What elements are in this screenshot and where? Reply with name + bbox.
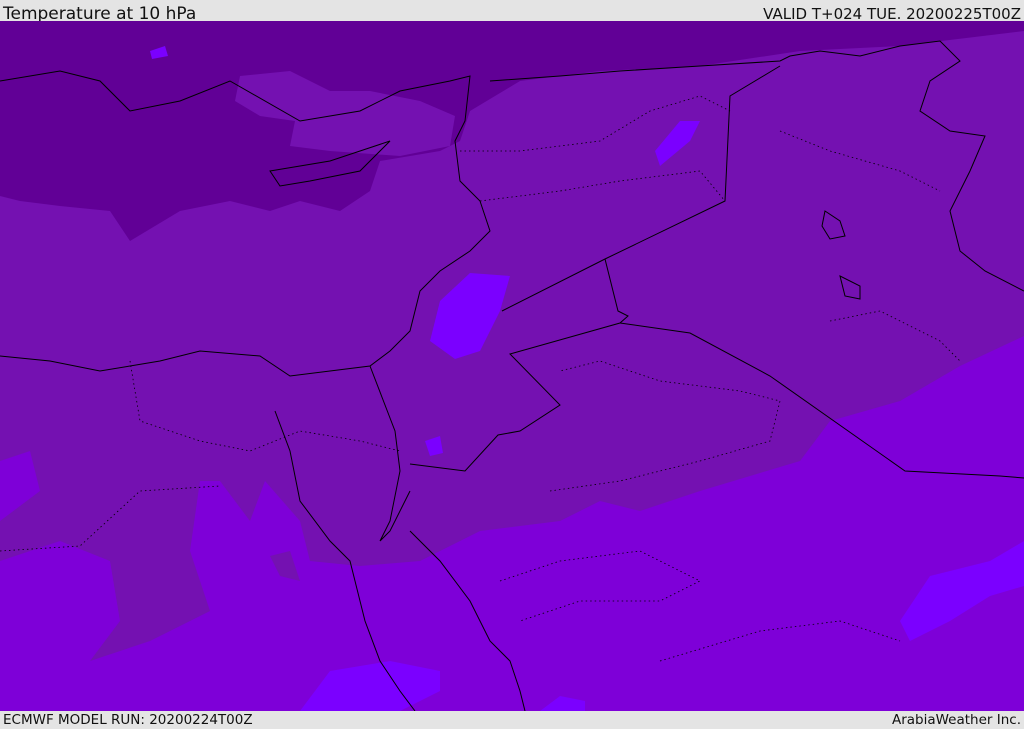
credit-label: ArabiaWeather Inc.	[891, 712, 1021, 728]
footer-bar: ECMWF MODEL RUN: 20200224T00Z ArabiaWeat…	[0, 711, 1024, 729]
model-run-label: ECMWF MODEL RUN: 20200224T00Z	[3, 712, 253, 728]
header-bar: Temperature at 10 hPa VALID T+024 TUE. 2…	[0, 0, 1024, 24]
temperature-map[interactable]	[0, 21, 1024, 711]
